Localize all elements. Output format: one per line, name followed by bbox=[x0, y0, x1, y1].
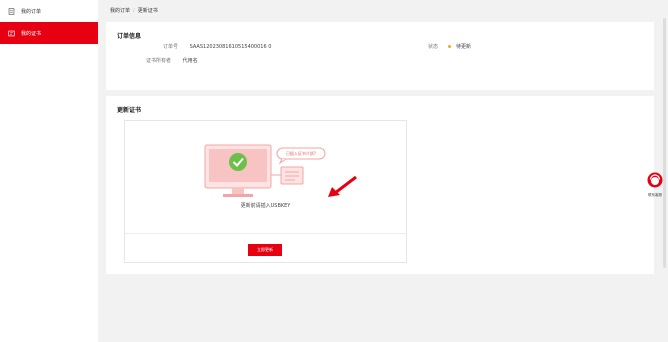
svg-text:已插入证书介质?: 已插入证书介质? bbox=[286, 150, 316, 156]
certificate-icon bbox=[8, 30, 15, 36]
status-label: 状态 bbox=[428, 44, 439, 50]
main-content: 我的订单 / 更新证书 订单信息 订单号 SAAS12023081610515400… bbox=[98, 0, 668, 342]
breadcrumb-current: 更新证书 bbox=[137, 8, 158, 14]
sidebar-item-certificates[interactable]: 我的证书 bbox=[0, 22, 98, 44]
order-info-card: 订单信息 订单号 SAAS12023081610515400016 0 证书所有… bbox=[106, 22, 654, 90]
sidebar: 我的订单 我的证书 bbox=[0, 0, 98, 342]
order-number-row: 订单号 SAAS12023081610515400016 0 bbox=[163, 43, 271, 50]
customer-service-label: 联系客服 bbox=[648, 193, 662, 197]
red-arrow-annotation bbox=[328, 176, 357, 197]
status-value: 待更新 bbox=[456, 44, 472, 50]
holder-value: 代用名 bbox=[182, 58, 198, 64]
status-row: 状态 待更新 bbox=[428, 43, 471, 50]
breadcrumb-separator: / bbox=[133, 8, 135, 14]
order-icon bbox=[8, 7, 15, 15]
usbkey-illustration: 已插入证书介质? bbox=[204, 144, 326, 197]
renew-panel: 已插入证书介质? 更新前请插入USBKEY 立即更新 bbox=[124, 120, 407, 263]
status-dot bbox=[448, 45, 452, 48]
order-info-title: 订单信息 bbox=[117, 33, 142, 40]
check-icon bbox=[229, 153, 247, 171]
holder-label: 证书所有者 bbox=[146, 58, 172, 64]
breadcrumb: 我的订单 / 更新证书 bbox=[110, 7, 158, 14]
customer-service-button[interactable]: 联系客服 bbox=[646, 172, 664, 198]
order-number-label: 订单号 bbox=[163, 44, 179, 50]
holder-row: 证书所有者 代用名 bbox=[146, 57, 198, 64]
sidebar-item-label: 我的订单 bbox=[21, 8, 42, 15]
renew-title: 更新证书 bbox=[117, 107, 142, 114]
order-number-value: SAAS12023081610515400016 0 bbox=[189, 44, 272, 50]
customer-service-icon bbox=[647, 172, 663, 188]
panel-divider bbox=[125, 233, 406, 234]
sidebar-item-label: 我的证书 bbox=[21, 30, 42, 37]
vertical-scrollbar[interactable] bbox=[663, 18, 666, 268]
sidebar-item-orders[interactable]: 我的订单 bbox=[0, 0, 98, 22]
usbkey-caption: 更新前请插入USBKEY bbox=[240, 203, 291, 209]
renew-now-button[interactable]: 立即更新 bbox=[248, 244, 282, 256]
breadcrumb-link-orders[interactable]: 我的订单 bbox=[110, 8, 130, 14]
renew-certificate-card: 更新证书 已插入证书介质? 更新前请插入USBKEY 立即更新 bbox=[106, 96, 654, 274]
